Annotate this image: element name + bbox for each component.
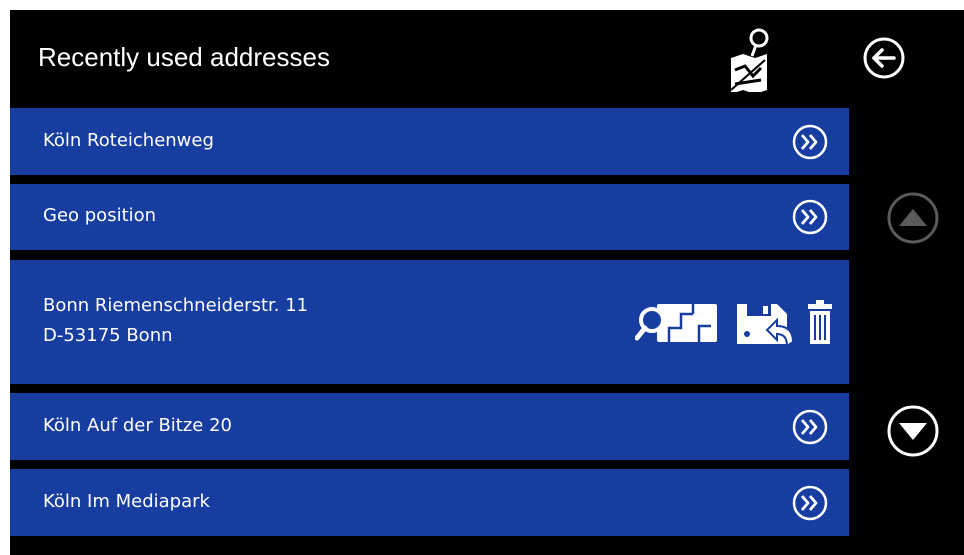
address-city: D-53175 Bonn	[43, 325, 173, 346]
page-title: Recently used addresses	[38, 42, 330, 72]
address-text: Bonn Riemenschneiderstr. 11 D-53175 Bonn	[43, 291, 308, 351]
list-item-expanded[interactable]: Bonn Riemenschneiderstr. 11 D-53175 Bonn	[10, 260, 849, 384]
save-address-icon[interactable]	[733, 300, 797, 348]
list-item[interactable]: Köln Auf der Bitze 20	[10, 393, 849, 460]
map-pin-edit-icon[interactable]	[725, 24, 775, 92]
address-label: Köln Roteichenweg	[43, 130, 214, 151]
scroll-down-icon[interactable]	[885, 403, 941, 459]
address-street: Bonn Riemenschneiderstr. 11	[43, 295, 309, 316]
address-label: Köln Im Mediapark	[43, 491, 210, 512]
address-label: Geo position	[43, 205, 157, 226]
recent-addresses-screen: Recently used addresses Köln Roteichenwe…	[10, 10, 964, 555]
show-on-map-icon[interactable]	[635, 300, 719, 346]
list-item[interactable]: Köln Roteichenweg	[10, 108, 849, 175]
double-chevron-right-icon[interactable]	[792, 124, 828, 160]
address-label: Köln Auf der Bitze 20	[43, 415, 233, 436]
double-chevron-right-icon[interactable]	[792, 409, 828, 445]
double-chevron-right-icon[interactable]	[792, 485, 828, 521]
list-item[interactable]: Geo position	[10, 184, 849, 250]
list-item[interactable]: Köln Im Mediapark	[10, 469, 849, 536]
delete-trash-icon[interactable]	[806, 298, 834, 346]
scroll-up-icon[interactable]	[885, 190, 941, 246]
back-button[interactable]	[862, 36, 906, 80]
double-chevron-right-icon[interactable]	[792, 199, 828, 235]
